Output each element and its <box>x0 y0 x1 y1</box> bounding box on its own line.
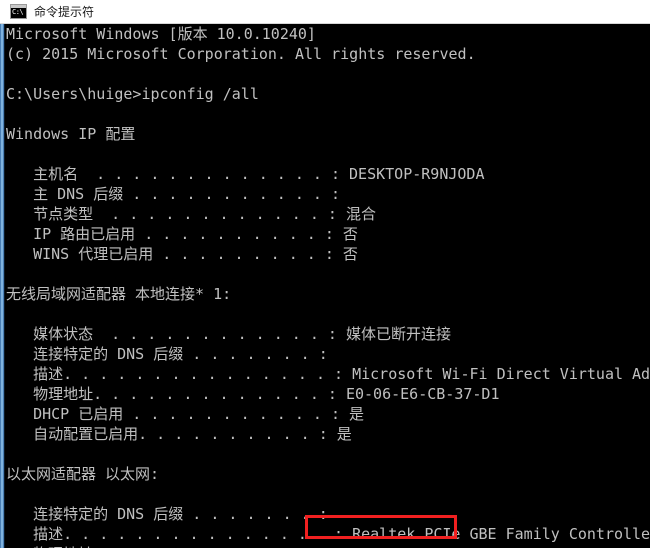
console-line: 自动配置已启用. . . . . . . . . . : 是 <box>6 425 352 443</box>
command-prompt-window: C:\ 命令提示符 Microsoft Windows [版本 10.0.102… <box>0 0 650 548</box>
cmd-icon[interactable]: C:\ <box>10 4 27 19</box>
console-line: 物理地址. . . . . . . . . . . . . : E0-26-B6… <box>6 544 650 548</box>
console-line: 连接特定的 DNS 后缀 . . . . . . . : <box>6 345 328 363</box>
scrollbar-left-strip[interactable] <box>0 24 5 548</box>
window-title-text: 命令提示符 <box>34 5 95 19</box>
console-line: 主 DNS 后缀 . . . . . . . . . . . : <box>6 185 340 203</box>
console-line: 以太网适配器 以太网: <box>6 465 160 483</box>
console-line: (c) 2015 Microsoft Corporation. All righ… <box>6 45 476 63</box>
console-line: 节点类型 . . . . . . . . . . . . : 混合 <box>6 205 376 223</box>
scrollbar-highlight <box>1 24 3 548</box>
window-titlebar[interactable]: C:\ 命令提示符 <box>0 0 650 24</box>
console-text-lines: Microsoft Windows [版本 10.0.10240] (c) 201… <box>6 24 650 548</box>
console-output-area[interactable]: Microsoft Windows [版本 10.0.10240] (c) 201… <box>0 24 650 548</box>
console-line: DHCP 已启用 . . . . . . . . . . . : 是 <box>6 405 365 423</box>
console-line: 连接特定的 DNS 后缀 . . . . . . . : <box>6 505 328 523</box>
console-line: 媒体状态 . . . . . . . . . . . . : 媒体已断开连接 <box>6 325 451 343</box>
console-line: 无线局域网适配器 本地连接* 1: <box>6 285 232 303</box>
cmd-icon-prompt-glyph: C:\ <box>12 8 24 16</box>
console-line: 描述. . . . . . . . . . . . . . . : Micros… <box>6 365 650 383</box>
console-line: C:\Users\huige>ipconfig /all <box>6 85 259 103</box>
console-line: WINS 代理已启用 . . . . . . . . . : 否 <box>6 245 358 263</box>
console-line: 描述. . . . . . . . . . . . . . . : Realte… <box>6 525 650 543</box>
console-line: 主机名 . . . . . . . . . . . . . : DESKTOP-… <box>6 165 485 183</box>
console-line: IP 路由已启用 . . . . . . . . . . : 否 <box>6 225 358 243</box>
console-line: Microsoft Windows [版本 10.0.10240] <box>6 25 316 43</box>
console-line: 物理地址. . . . . . . . . . . . . : E0-06-E6… <box>6 385 500 403</box>
console-line: Windows IP 配置 <box>6 125 136 143</box>
